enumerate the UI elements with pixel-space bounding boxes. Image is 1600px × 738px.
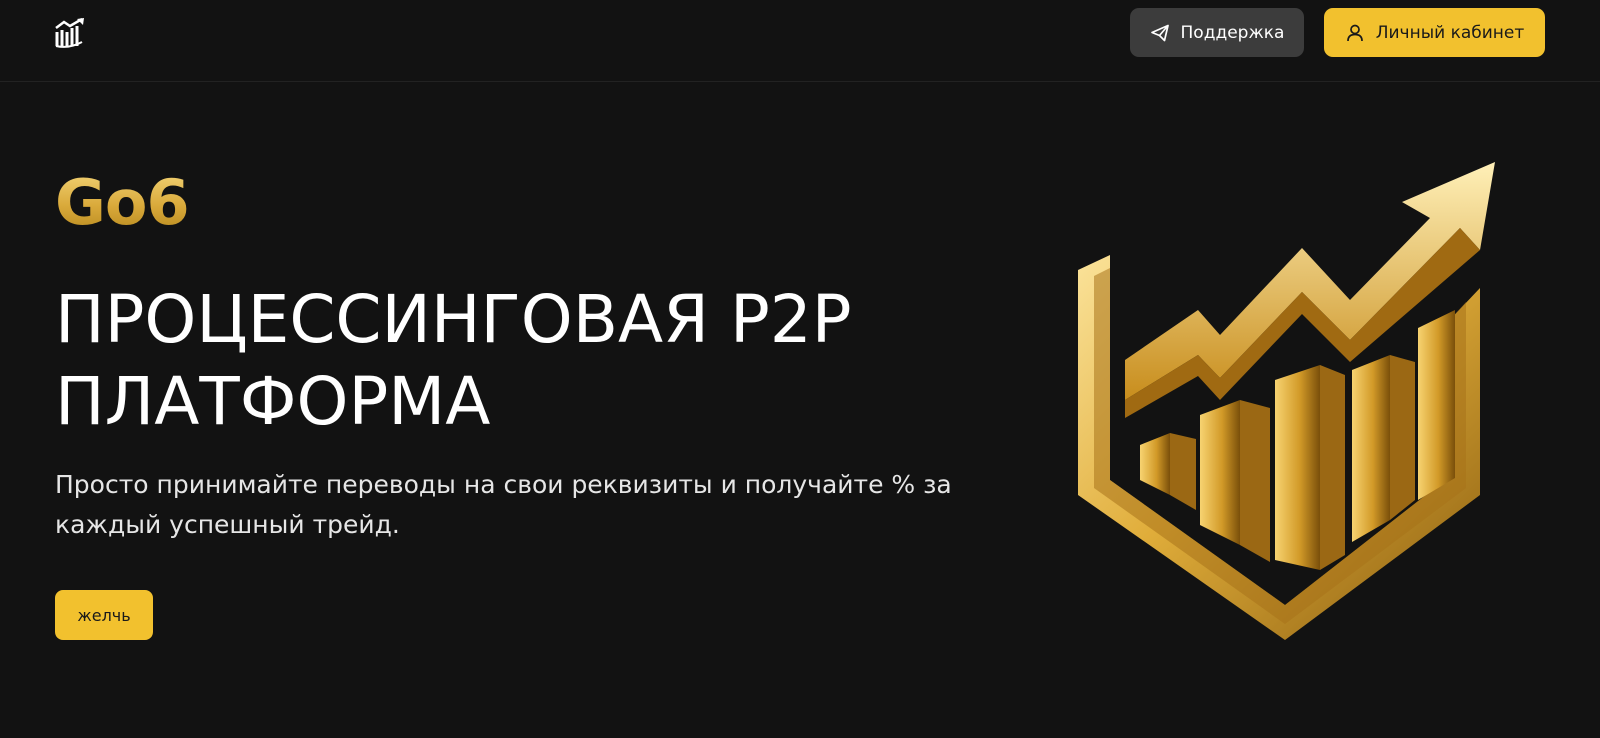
telegram-send-icon — [1150, 23, 1170, 43]
brand-name: Go6 — [55, 166, 190, 239]
user-icon — [1345, 23, 1365, 43]
personal-cabinet-button[interactable]: Личный кабинет — [1324, 8, 1545, 57]
support-button[interactable]: Поддержка — [1130, 8, 1304, 57]
hero-title: ПРОЦЕССИНГОВАЯ P2P ПЛАТФОРМА — [55, 281, 852, 440]
personal-cabinet-button-label: Личный кабинет — [1375, 22, 1525, 43]
support-button-label: Поддержка — [1180, 22, 1285, 43]
hero-subtitle: Просто принимайте переводы на свои рекви… — [55, 470, 952, 539]
gold-shield-growth-chart-icon — [1070, 150, 1550, 650]
logo-chart-icon[interactable] — [55, 17, 87, 48]
top-header: Поддержка Личный кабинет — [0, 0, 1600, 82]
cta-button[interactable]: желчь — [55, 590, 153, 640]
page: Поддержка Личный кабинет Go6 ПРОЦЕССИНГО… — [0, 0, 1600, 738]
